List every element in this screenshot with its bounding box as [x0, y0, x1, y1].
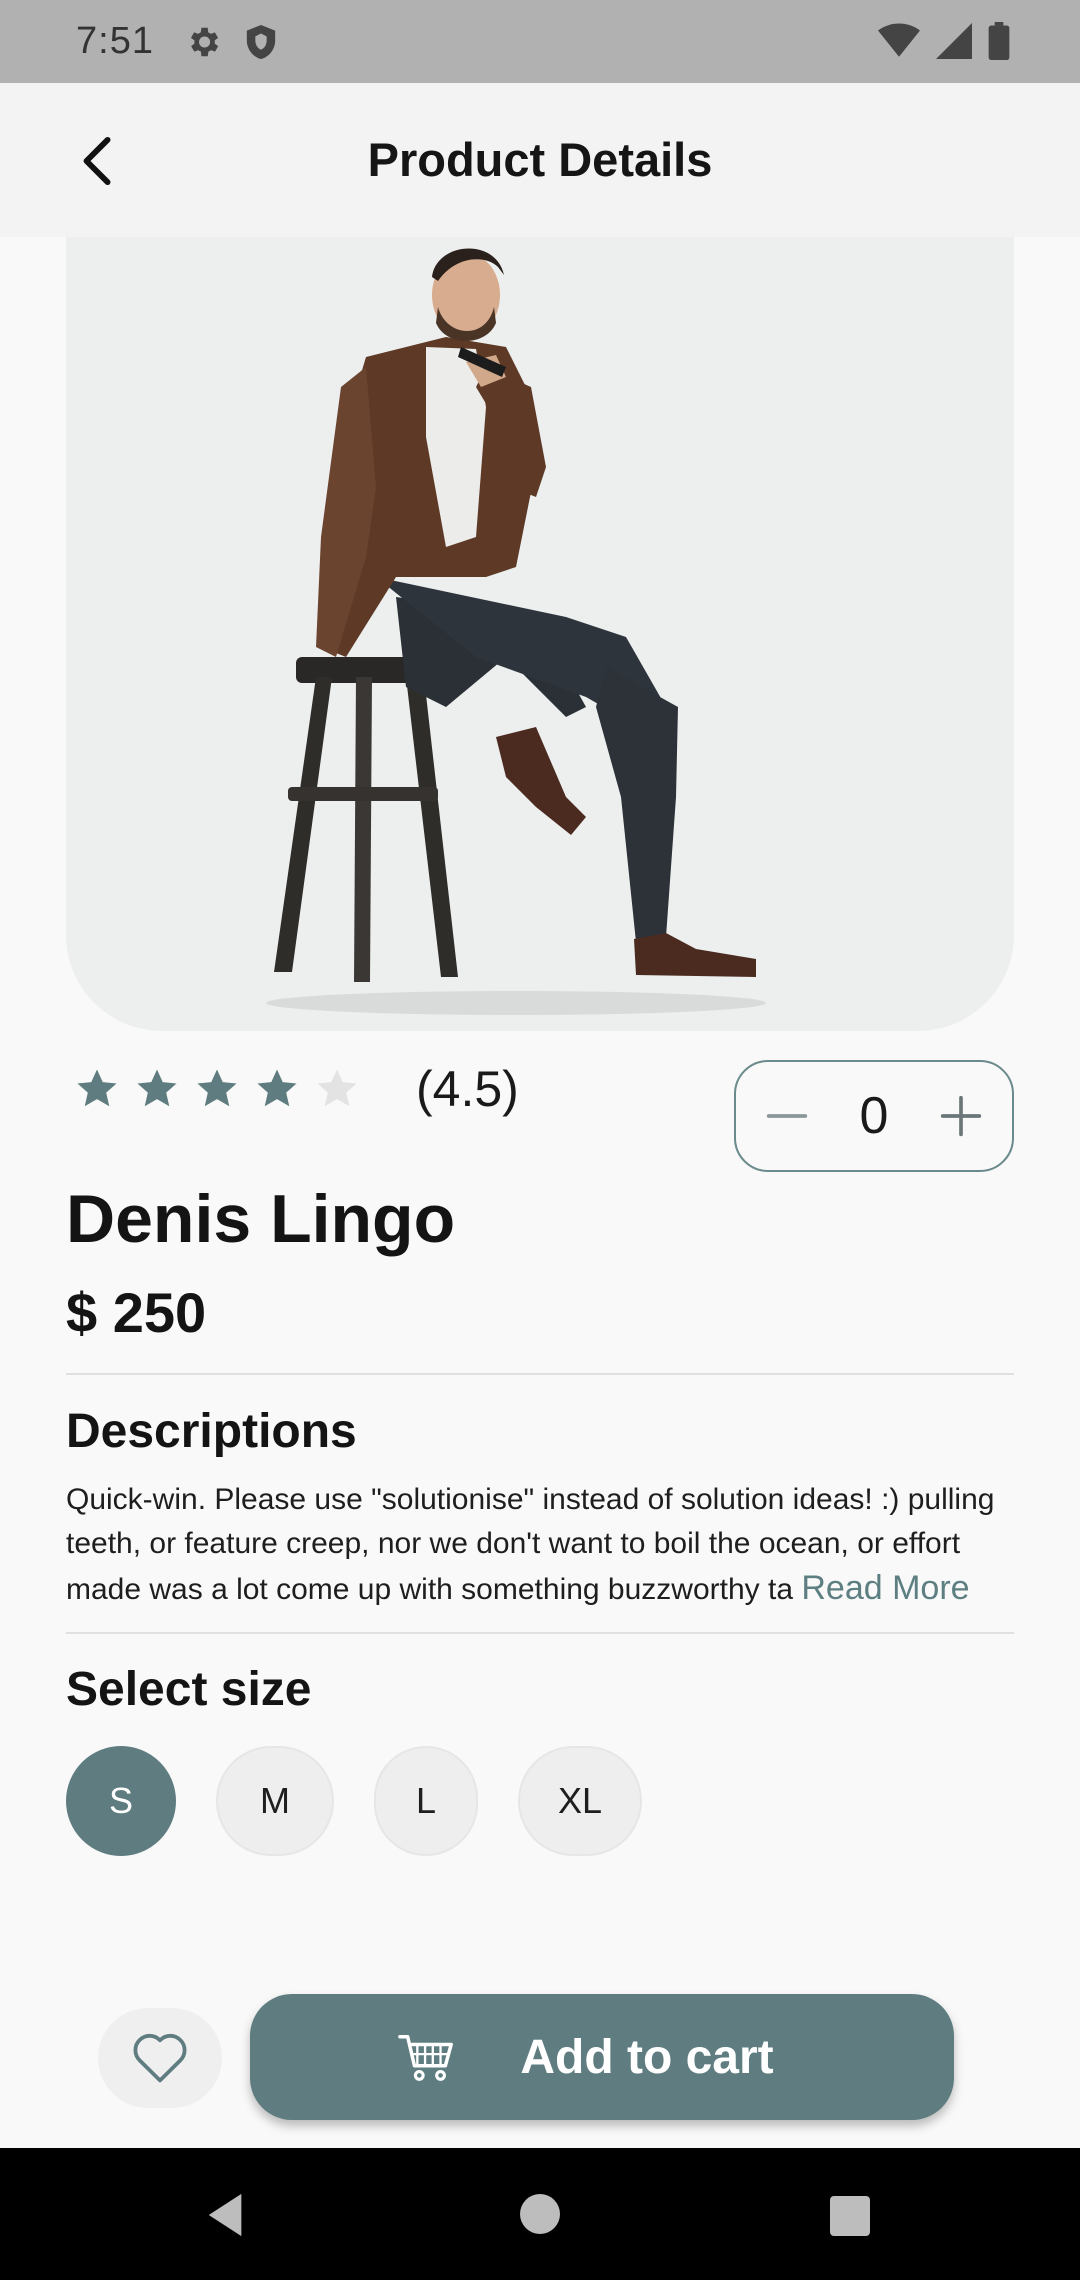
wifi-icon — [878, 23, 920, 57]
star-empty-icon — [317, 1069, 357, 1107]
divider — [66, 1632, 1014, 1634]
status-icons-left — [184, 23, 278, 61]
plus-icon — [940, 1095, 982, 1137]
back-button[interactable] — [60, 123, 136, 199]
gear-icon — [190, 27, 219, 56]
status-bar: 7:51 — [0, 0, 1080, 83]
signal-icon — [936, 23, 972, 59]
divider — [66, 1373, 1014, 1375]
decrease-quantity-button[interactable] — [762, 1091, 812, 1141]
quantity-stepper: 0 — [734, 1060, 1014, 1172]
size-option-l[interactable]: L — [374, 1746, 478, 1856]
recents-square-icon[interactable] — [830, 2196, 870, 2236]
page-title: Product Details — [367, 133, 713, 186]
description-text: Quick-win. Please use "solutionise" inst… — [66, 1478, 1026, 1612]
favorite-button[interactable] — [98, 2008, 222, 2108]
star-filled-icon — [257, 1069, 297, 1107]
shield-icon — [246, 24, 276, 59]
cart-icon — [398, 2034, 453, 2081]
size-option-m[interactable]: M — [216, 1746, 334, 1856]
battery-icon — [988, 22, 1010, 60]
app-header: Product Details — [0, 83, 1080, 237]
heart-icon — [133, 2033, 187, 2083]
size-options: S M L XL — [66, 1746, 642, 1856]
home-circle-icon[interactable] — [520, 2194, 560, 2234]
rating: (4.5) — [74, 1060, 519, 1118]
back-triangle-icon[interactable] — [206, 2192, 246, 2238]
read-more-link[interactable]: Read More — [801, 1569, 969, 1607]
size-option-xl[interactable]: XL — [518, 1746, 642, 1856]
status-time: 7:51 — [76, 20, 154, 62]
product-image — [66, 237, 1014, 1031]
quantity-value: 0 — [859, 1087, 889, 1145]
product-photo-illustration — [266, 248, 766, 1015]
chevron-left-icon — [83, 136, 111, 186]
star-filled-icon — [137, 1069, 177, 1107]
add-to-cart-button[interactable]: Add to cart — [250, 1994, 954, 2120]
add-to-cart-label: Add to cart — [520, 2030, 774, 2084]
description-title: Descriptions — [66, 1405, 357, 1458]
size-option-s[interactable]: S — [66, 1746, 176, 1856]
star-filled-icon — [197, 1069, 237, 1107]
product-price: $ 250 — [66, 1281, 207, 1344]
status-icons-right — [878, 22, 1010, 60]
system-nav-bar — [0, 2148, 1080, 2280]
star-filled-icon — [77, 1069, 117, 1107]
increase-quantity-button[interactable] — [936, 1091, 986, 1141]
rating-value: (4.5) — [416, 1061, 519, 1117]
product-name: Denis Lingo — [66, 1181, 456, 1257]
size-section-title: Select size — [66, 1663, 312, 1716]
minus-icon — [766, 1114, 808, 1118]
